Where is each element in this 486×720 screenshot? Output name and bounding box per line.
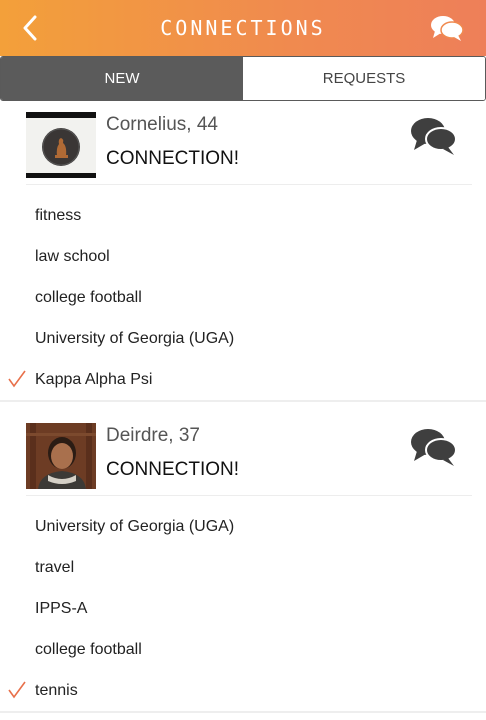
connection-header[interactable]: Cornelius, 44 CONNECTION! — [0, 104, 486, 184]
connection-status: CONNECTION! — [106, 459, 239, 480]
interest-label: IPPS-A — [35, 599, 88, 617]
list-item: travel — [0, 547, 486, 588]
chat-bubbles-icon — [431, 16, 464, 41]
list-item: fitness — [0, 195, 486, 236]
avatar — [26, 423, 96, 489]
tab-new[interactable]: NEW — [1, 57, 243, 100]
connection-status: CONNECTION! — [106, 148, 239, 169]
interest-label: University of Georgia (UGA) — [35, 329, 235, 347]
page-title: CONNECTIONS — [160, 16, 326, 40]
tab-requests[interactable]: REQUESTS — [243, 57, 485, 100]
chat-bubbles-icon — [411, 429, 457, 466]
interest-label: Kappa Alpha Psi — [35, 370, 153, 388]
list-item: college football — [0, 277, 486, 318]
interest-label: college football — [35, 640, 142, 658]
interest-label: tennis — [35, 681, 78, 699]
list-item: IPPS-A — [0, 588, 486, 629]
interest-list: University of Georgia (UGA) travel IPPS-… — [0, 496, 486, 711]
avatar — [26, 112, 96, 178]
interest-list: fitness law school college football Univ… — [0, 185, 486, 400]
interest-label: law school — [35, 247, 110, 265]
interest-label: University of Georgia (UGA) — [35, 517, 235, 535]
connection-name: Deirdre, 37 — [106, 425, 200, 446]
messages-button[interactable] — [430, 14, 464, 42]
list-item: tennis — [0, 670, 486, 711]
interest-label: college football — [35, 288, 142, 306]
connections-tabs: NEW REQUESTS — [0, 56, 486, 101]
connection-name: Cornelius, 44 — [106, 114, 218, 135]
connection-card: Deirdre, 37 CONNECTION! University of Ge… — [0, 415, 486, 713]
checkmark-icon — [8, 681, 26, 699]
divider — [0, 400, 486, 402]
interest-label: fitness — [35, 206, 82, 224]
list-item: law school — [0, 236, 486, 277]
list-item: college football — [0, 629, 486, 670]
list-item: University of Georgia (UGA) — [0, 506, 486, 547]
checkmark-icon — [8, 370, 26, 388]
list-item: University of Georgia (UGA) — [0, 318, 486, 359]
chat-bubbles-icon — [411, 118, 457, 155]
connection-card: Cornelius, 44 CONNECTION! fitness law sc… — [0, 104, 486, 402]
connection-header[interactable]: Deirdre, 37 CONNECTION! — [0, 415, 486, 495]
app-header: CONNECTIONS — [0, 0, 486, 56]
list-item: Kappa Alpha Psi — [0, 359, 486, 400]
interest-label: travel — [35, 558, 75, 576]
message-button[interactable] — [410, 116, 458, 156]
divider — [0, 711, 486, 713]
message-button[interactable] — [410, 427, 458, 467]
